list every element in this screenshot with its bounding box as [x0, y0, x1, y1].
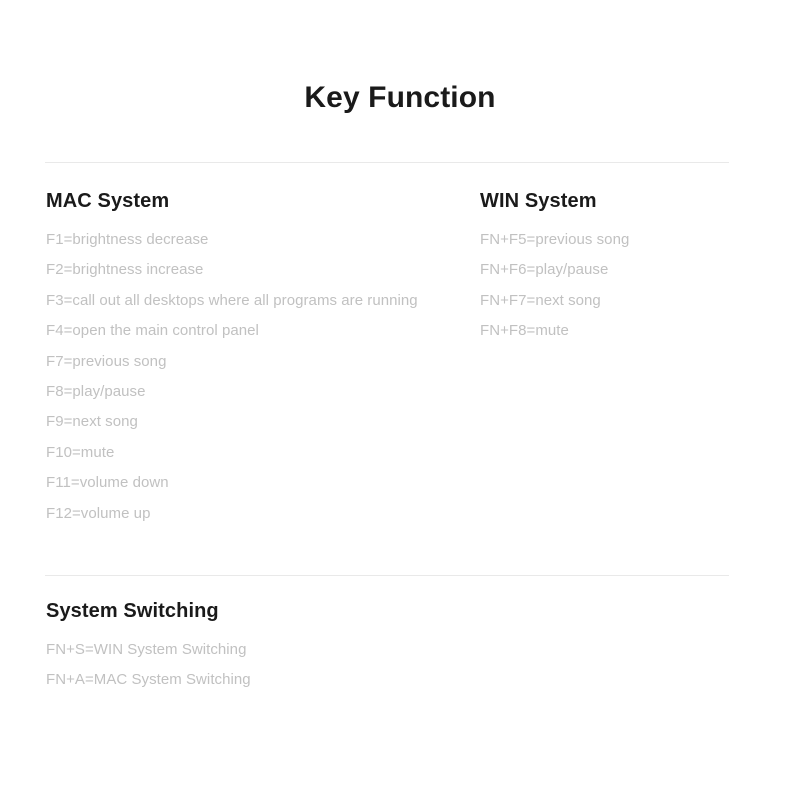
key-function-page: Key Function MAC System F1=brightness de… [0, 0, 800, 800]
list-item: FN+S=WIN System Switching [46, 641, 247, 658]
list-item: F1=brightness decrease [46, 231, 209, 248]
page-title: Key Function [304, 81, 496, 114]
list-item: FN+A=MAC System Switching [46, 671, 251, 689]
list-item: F3=call out all desktops where all progr… [46, 291, 418, 309]
list-item: F10=mute [46, 443, 115, 461]
divider-middle [45, 575, 729, 576]
system-switching-heading: System Switching [46, 600, 219, 622]
mac-shortcut-list: F1=brightness decrease F2=brightness inc… [46, 225, 466, 529]
list-item: F7=previous song [46, 352, 167, 370]
list-item: FN+F7=next song [480, 291, 601, 309]
list-item: F2=brightness increase [46, 261, 204, 279]
list-item: F8=play/pause [46, 383, 146, 401]
list-item: F11=volume down [46, 474, 169, 492]
list-item: F12=volume up [46, 504, 151, 522]
mac-system-section: MAC System F1=brightness decrease F2=bri… [46, 188, 466, 529]
win-shortcut-list: FN+F5=previous song FN+F6=play/pause FN+… [480, 225, 770, 347]
list-item: FN+F8=mute [480, 322, 569, 340]
divider-top [45, 162, 729, 163]
win-system-heading: WIN System [480, 190, 597, 212]
list-item: FN+F5=previous song [480, 231, 630, 248]
list-item: F9=next song [46, 413, 138, 431]
switching-shortcut-list: FN+S=WIN System Switching FN+A=MAC Syste… [46, 635, 646, 696]
system-switching-section: System Switching FN+S=WIN System Switchi… [46, 598, 646, 696]
list-item: F4=open the main control panel [46, 322, 259, 340]
win-system-section: WIN System FN+F5=previous song FN+F6=pla… [480, 188, 770, 347]
mac-system-heading: MAC System [46, 190, 170, 212]
list-item: FN+F6=play/pause [480, 261, 609, 279]
